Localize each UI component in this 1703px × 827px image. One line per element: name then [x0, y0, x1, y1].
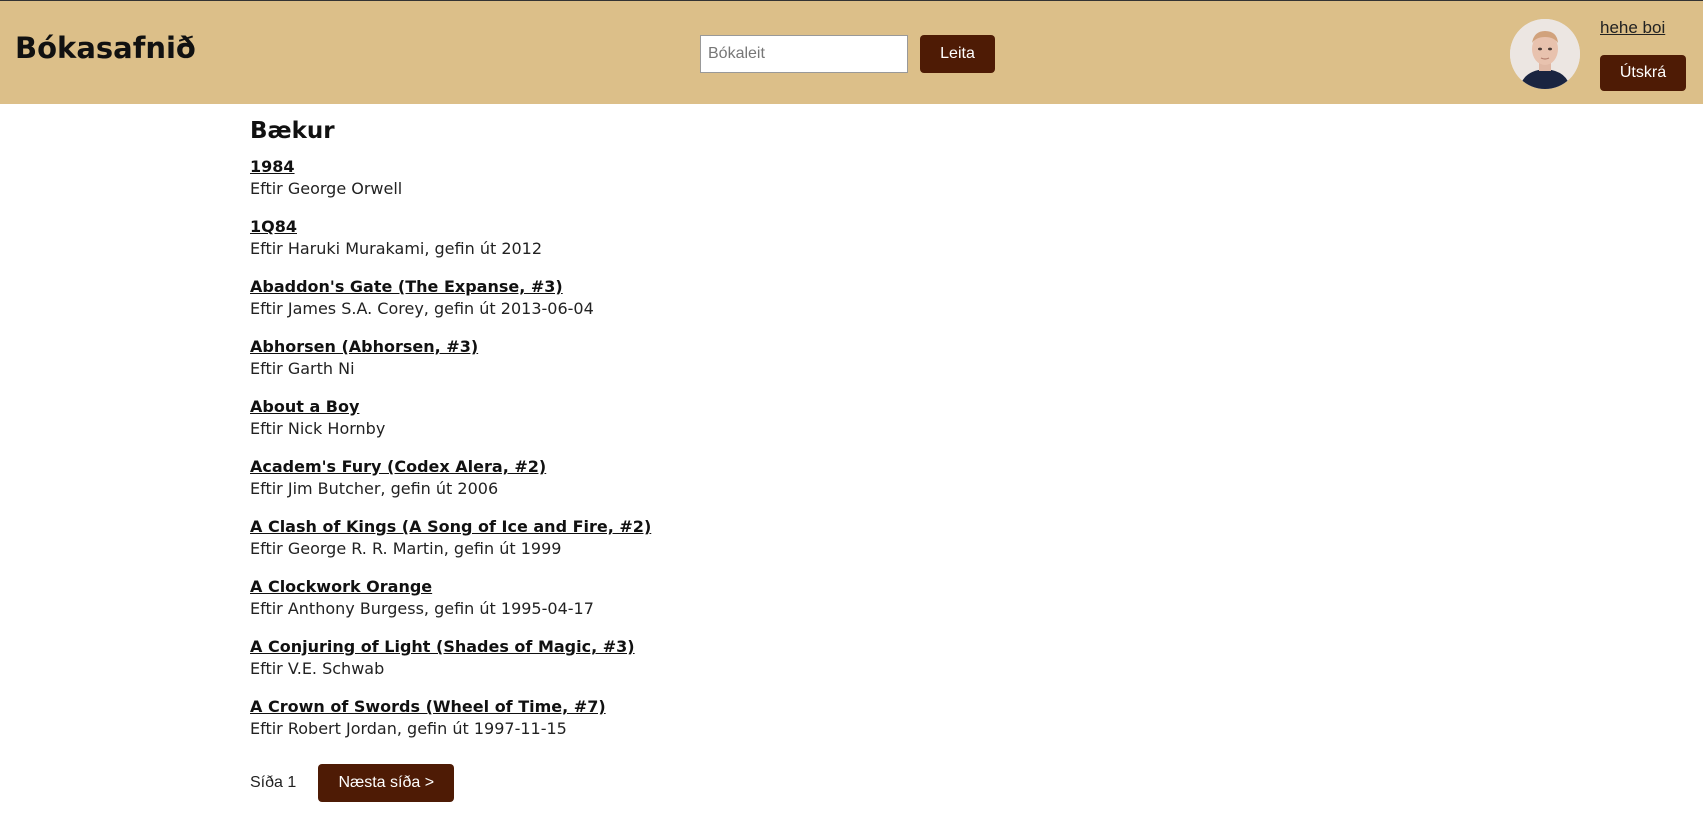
search-form: Leita	[700, 35, 995, 73]
list-item: Abhorsen (Abhorsen, #3) Eftir Garth Ni	[250, 336, 1150, 380]
list-item: Abaddon's Gate (The Expanse, #3) Eftir J…	[250, 276, 1150, 320]
book-list: 1984 Eftir George Orwell 1Q84 Eftir Haru…	[250, 156, 1150, 740]
list-item: About a Boy Eftir Nick Hornby	[250, 396, 1150, 440]
book-title-link[interactable]: Abaddon's Gate (The Expanse, #3)	[250, 276, 563, 298]
search-input[interactable]	[700, 35, 908, 73]
book-title-link[interactable]: A Conjuring of Light (Shades of Magic, #…	[250, 636, 635, 658]
book-title-link[interactable]: Academ's Fury (Codex Alera, #2)	[250, 456, 546, 478]
book-meta: Eftir Nick Hornby	[250, 419, 386, 438]
book-meta: Eftir George Orwell	[250, 179, 403, 198]
page-indicator: Síða 1	[250, 774, 297, 791]
list-item: 1984 Eftir George Orwell	[250, 156, 1150, 200]
book-title-link[interactable]: Abhorsen (Abhorsen, #3)	[250, 336, 478, 358]
page-title: Bækur	[250, 118, 335, 144]
list-item: A Clockwork Orange Eftir Anthony Burgess…	[250, 576, 1150, 620]
book-title-link[interactable]: About a Boy	[250, 396, 359, 418]
avatar[interactable]	[1510, 19, 1580, 89]
book-meta: Eftir Garth Ni	[250, 359, 355, 378]
book-title-link[interactable]: 1984	[250, 156, 295, 178]
user-profile-link[interactable]: hehe boi	[1600, 18, 1665, 38]
search-button[interactable]: Leita	[920, 35, 995, 73]
site-header: Bókasafnið Leita hehe boi Útskrá	[0, 0, 1703, 104]
next-page-button[interactable]: Næsta síða >	[318, 764, 455, 802]
book-title-link[interactable]: A Clockwork Orange	[250, 576, 432, 598]
book-meta: Eftir George R. R. Martin, gefin út 1999	[250, 539, 562, 558]
list-item: Academ's Fury (Codex Alera, #2) Eftir Ji…	[250, 456, 1150, 500]
book-title-link[interactable]: A Clash of Kings (A Song of Ice and Fire…	[250, 516, 651, 538]
book-title-link[interactable]: 1Q84	[250, 216, 297, 238]
main-content: Bækur 1984 Eftir George Orwell 1Q84 Efti…	[250, 118, 1150, 802]
book-meta: Eftir Robert Jordan, gefin út 1997-11-15	[250, 719, 567, 738]
book-meta: Eftir James S.A. Corey, gefin út 2013-06…	[250, 299, 594, 318]
list-item: A Clash of Kings (A Song of Ice and Fire…	[250, 516, 1150, 560]
book-meta: Eftir V.E. Schwab	[250, 659, 385, 678]
list-item: A Conjuring of Light (Shades of Magic, #…	[250, 636, 1150, 680]
site-brand[interactable]: Bókasafnið	[15, 31, 196, 65]
list-item: A Crown of Swords (Wheel of Time, #7) Ef…	[250, 696, 1150, 740]
pagination: Síða 1 Næsta síða >	[250, 764, 1150, 802]
book-meta: Eftir Anthony Burgess, gefin út 1995-04-…	[250, 599, 594, 618]
list-item: 1Q84 Eftir Haruki Murakami, gefin út 201…	[250, 216, 1150, 260]
logout-button[interactable]: Útskrá	[1600, 55, 1686, 91]
book-meta: Eftir Haruki Murakami, gefin út 2012	[250, 239, 543, 258]
book-meta: Eftir Jim Butcher, gefin út 2006	[250, 479, 499, 498]
avatar-image	[1510, 19, 1580, 89]
book-title-link[interactable]: A Crown of Swords (Wheel of Time, #7)	[250, 696, 606, 718]
